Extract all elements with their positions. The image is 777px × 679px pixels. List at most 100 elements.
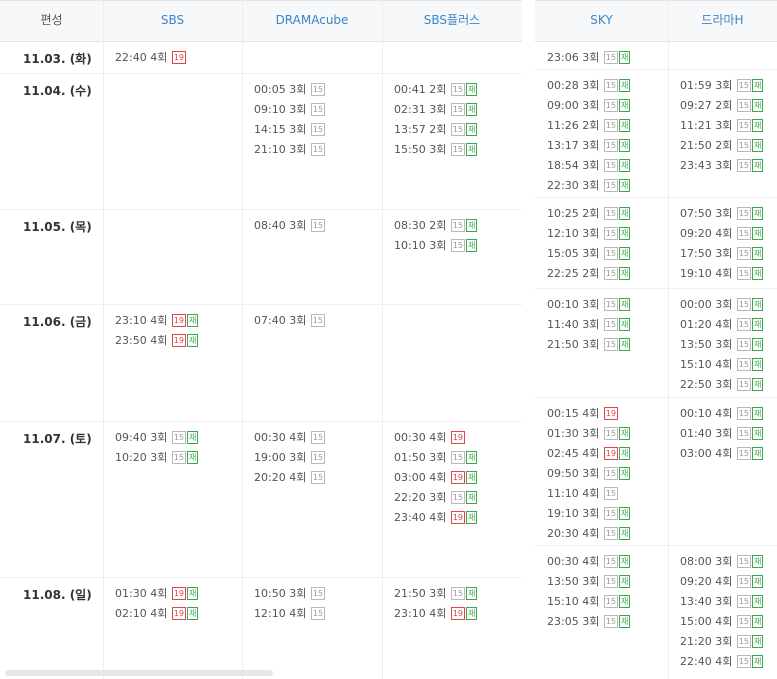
broadcast-entry[interactable]: 12:10 4회 15 <box>254 604 326 624</box>
broadcast-entry[interactable]: 07:50 3회 15 재 <box>680 204 764 224</box>
broadcast-entry[interactable]: 03:00 4회 15 재 <box>680 444 764 464</box>
air-time: 01:40 <box>680 427 712 440</box>
broadcast-entry[interactable]: 22:50 3회 15 재 <box>680 375 764 395</box>
age-15-badge: 15 <box>736 138 752 152</box>
broadcast-entry[interactable]: 00:10 3회 15 재 <box>547 295 631 315</box>
broadcast-entry[interactable]: 22:30 3회 15 재 <box>547 176 631 196</box>
broadcast-entry[interactable]: 22:25 2회 15 재 <box>547 264 631 284</box>
broadcast-entry[interactable]: 13:40 3회 15 재 <box>680 592 764 612</box>
broadcast-entry[interactable]: 08:00 3회 15 재 <box>680 552 764 572</box>
broadcast-entry[interactable]: 19:00 3회 15 <box>254 448 326 468</box>
age-15-badge: 15 <box>603 206 619 220</box>
broadcast-entry[interactable]: 15:05 3회 15 재 <box>547 244 631 264</box>
broadcast-entry[interactable]: 00:10 4회 15 재 <box>680 404 764 424</box>
broadcast-entry[interactable]: 10:50 3회 15 <box>254 584 326 604</box>
broadcast-entry[interactable]: 21:50 2회 15 재 <box>680 136 764 156</box>
broadcast-entry[interactable]: 01:20 4회 15 재 <box>680 315 764 335</box>
broadcast-entry[interactable]: 13:50 3회 15 재 <box>547 572 631 592</box>
broadcast-entry[interactable]: 00:28 3회 15 재 <box>547 76 631 96</box>
broadcast-entry[interactable]: 20:20 4회 15 <box>254 468 326 488</box>
broadcast-entry[interactable]: 15:10 4회 15 재 <box>680 355 764 375</box>
broadcast-entry[interactable]: 09:10 3회 15 <box>254 100 326 120</box>
broadcast-entry[interactable]: 02:10 4회 19 재 <box>115 604 199 624</box>
broadcast-entry[interactable]: 07:40 3회 15 <box>254 311 326 331</box>
channel-header[interactable]: SBS <box>103 0 242 40</box>
air-time: 00:30 <box>547 555 579 568</box>
broadcast-entry[interactable]: 23:50 4회 19 재 <box>115 331 199 351</box>
broadcast-entry[interactable]: 13:57 2회 15 재 <box>394 120 478 140</box>
broadcast-entry[interactable]: 22:20 3회 15 재 <box>394 488 478 508</box>
broadcast-entry[interactable]: 22:40 4회 19 <box>115 48 187 68</box>
broadcast-entry[interactable]: 15:10 4회 15 재 <box>547 592 631 612</box>
broadcast-entry[interactable]: 00:00 3회 15 재 <box>680 295 764 315</box>
broadcast-entry[interactable]: 11:10 4회 15 <box>547 484 630 504</box>
rerun-badge: 재 <box>752 158 764 172</box>
broadcast-entry[interactable]: 10:25 2회 15 재 <box>547 204 631 224</box>
broadcast-entry[interactable]: 19:10 3회 15 재 <box>547 504 631 524</box>
broadcast-entry[interactable]: 01:30 3회 15 재 <box>547 424 631 444</box>
broadcast-entry[interactable]: 00:05 3회 15 <box>254 80 326 100</box>
channel-header[interactable]: SBS플러스 <box>382 0 522 40</box>
broadcast-entry[interactable]: 23:10 4회 19 재 <box>115 311 199 331</box>
episode-number: 2회 <box>582 119 600 132</box>
age-15-badge: 15 <box>310 82 326 96</box>
broadcast-entry[interactable]: 18:54 3회 15 재 <box>547 156 631 176</box>
broadcast-entry[interactable]: 21:50 3회 15 재 <box>547 335 631 355</box>
broadcast-entry[interactable]: 22:40 4회 15 재 <box>680 652 764 672</box>
broadcast-entry[interactable]: 08:40 3회 15 <box>254 216 326 236</box>
broadcast-entry[interactable]: 10:20 3회 15 재 <box>115 448 199 468</box>
broadcast-entry[interactable]: 09:00 3회 15 재 <box>547 96 631 116</box>
broadcast-entry[interactable]: 13:50 3회 15 재 <box>680 335 764 355</box>
broadcast-entry[interactable]: 13:17 3회 15 재 <box>547 136 631 156</box>
broadcast-entry[interactable]: 23:10 4회 19 재 <box>394 604 478 624</box>
broadcast-entry[interactable]: 01:59 3회 15 재 <box>680 76 764 96</box>
broadcast-entry[interactable]: 11:40 3회 15 재 <box>547 315 631 335</box>
broadcast-entry[interactable]: 14:15 3회 15 <box>254 120 326 140</box>
rerun-badge: 재 <box>752 406 764 420</box>
broadcast-entry[interactable]: 09:40 3회 15 재 <box>115 428 199 448</box>
broadcast-entry[interactable]: 00:30 4회 15 <box>254 428 326 448</box>
horizontal-scrollbar[interactable] <box>5 670 273 676</box>
broadcast-entry[interactable]: 23:05 3회 15 재 <box>547 612 631 632</box>
broadcast-entry[interactable]: 21:50 3회 15 재 <box>394 584 478 604</box>
broadcast-entry[interactable]: 03:00 4회 19 재 <box>394 468 478 488</box>
broadcast-entry[interactable]: 21:20 3회 15 재 <box>680 632 764 652</box>
broadcast-entry[interactable]: 00:30 4회 19 <box>394 428 477 448</box>
broadcast-entry[interactable]: 01:30 4회 19 재 <box>115 584 199 604</box>
channel-header[interactable]: DRAMAcube <box>242 0 382 40</box>
broadcast-entry[interactable]: 12:10 3회 15 재 <box>547 224 631 244</box>
broadcast-entry[interactable]: 20:30 4회 15 재 <box>547 524 631 544</box>
broadcast-entry[interactable]: 02:45 4회 19 재 <box>547 444 631 464</box>
broadcast-entry[interactable]: 23:43 3회 15 재 <box>680 156 764 176</box>
broadcast-entry[interactable]: 09:50 3회 15 재 <box>547 464 631 484</box>
episode-number: 3회 <box>715 119 733 132</box>
broadcast-entry[interactable]: 11:21 3회 15 재 <box>680 116 764 136</box>
broadcast-entry[interactable]: 01:50 3회 15 재 <box>394 448 478 468</box>
broadcast-entry[interactable]: 19:10 4회 15 재 <box>680 264 764 284</box>
broadcast-entry[interactable]: 09:20 4회 15 재 <box>680 572 764 592</box>
broadcast-entry[interactable]: 23:06 3회 15 재 <box>547 48 631 68</box>
episode-number: 3회 <box>715 378 733 391</box>
broadcast-entry[interactable]: 09:27 2회 15 재 <box>680 96 764 116</box>
broadcast-entry[interactable]: 00:30 4회 15 재 <box>547 552 631 572</box>
air-time: 00:10 <box>680 407 712 420</box>
broadcast-entry[interactable]: 08:30 2회 15 재 <box>394 216 478 236</box>
broadcast-entry[interactable]: 11:26 2회 15 재 <box>547 116 631 136</box>
broadcast-entry[interactable]: 17:50 3회 15 재 <box>680 244 764 264</box>
broadcast-entry[interactable]: 09:20 4회 15 재 <box>680 224 764 244</box>
broadcast-entry[interactable]: 00:15 4회 19 <box>547 404 630 424</box>
channel-header[interactable]: 드라마H <box>668 0 777 40</box>
broadcast-entry[interactable]: 23:40 4회 19 재 <box>394 508 478 528</box>
broadcast-entry[interactable]: 10:10 3회 15 재 <box>394 236 478 256</box>
broadcast-entry[interactable]: 01:40 3회 15 재 <box>680 424 764 444</box>
broadcast-entry[interactable]: 15:00 4회 15 재 <box>680 612 764 632</box>
air-time: 18:54 <box>547 159 579 172</box>
age-15-badge: 15 <box>310 430 326 444</box>
rerun-badge: 재 <box>752 446 764 460</box>
broadcast-entry[interactable]: 21:10 3회 15 <box>254 140 326 160</box>
broadcast-entry[interactable]: 15:50 3회 15 재 <box>394 140 478 160</box>
broadcast-entry[interactable]: 02:31 3회 15 재 <box>394 100 478 120</box>
age-15-badge: 15 <box>603 158 619 172</box>
channel-header[interactable]: SKY <box>535 0 668 40</box>
broadcast-entry[interactable]: 00:41 2회 15 재 <box>394 80 478 100</box>
